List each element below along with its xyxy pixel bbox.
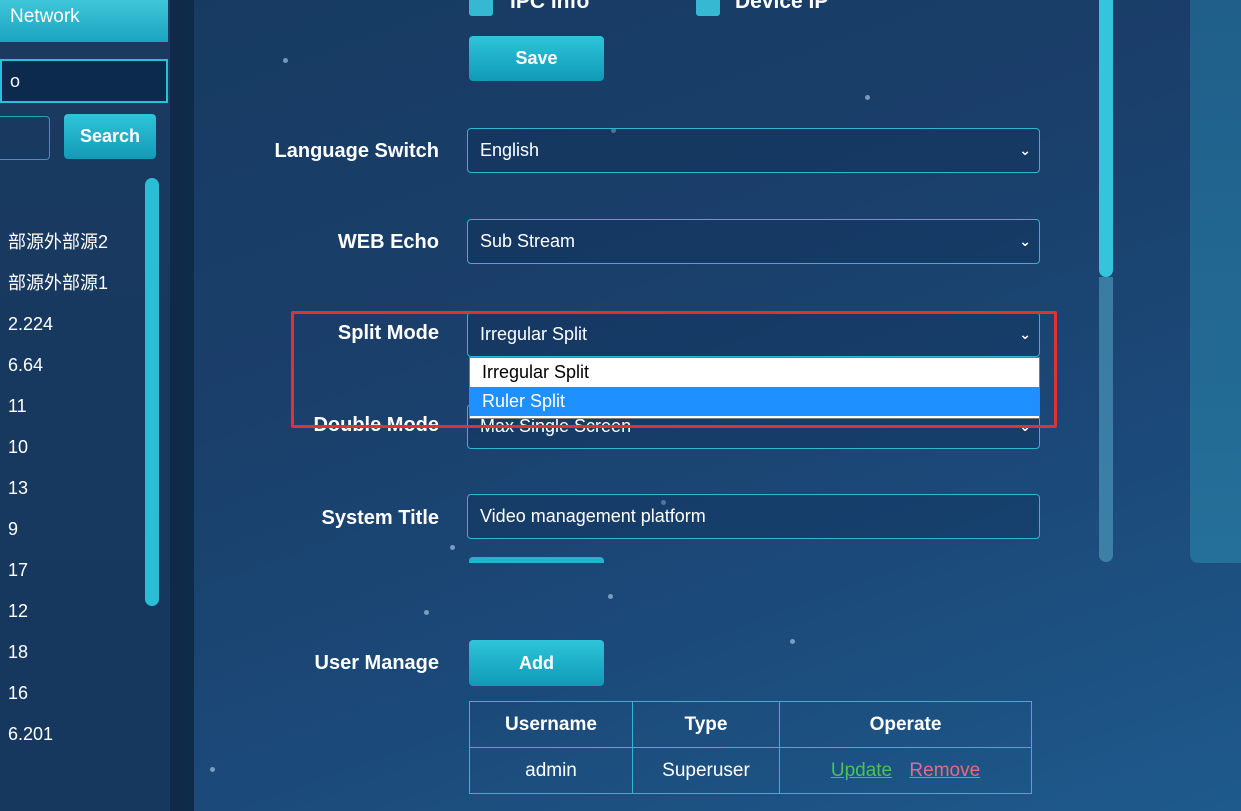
hidden-save-button[interactable] (469, 557, 604, 563)
annotation-highlight-box (291, 311, 1057, 428)
search-button[interactable]: Search (64, 114, 156, 159)
list-item[interactable]: 部源外部源1 (0, 265, 145, 306)
list-item[interactable]: 12 (0, 593, 145, 634)
star-decoration (608, 594, 613, 599)
remove-link[interactable]: Remove (909, 760, 980, 781)
device-list: 部源外部源2 部源外部源1 2.224 6.64 11 10 13 9 17 1… (0, 224, 145, 757)
web-echo-value: Sub Stream (480, 231, 576, 251)
list-item[interactable]: 17 (0, 552, 145, 593)
list-item[interactable]: 2.224 (0, 306, 145, 347)
language-switch-label: Language Switch (274, 140, 439, 162)
star-decoration (210, 767, 215, 772)
column-header: Type (632, 701, 780, 748)
user-manage-label: User Manage (314, 652, 440, 674)
column-header: Username (469, 701, 633, 748)
save-button[interactable]: Save (469, 36, 604, 81)
star-decoration (450, 545, 455, 550)
system-title-input[interactable]: Video management platform (467, 494, 1040, 539)
star-decoration (865, 95, 870, 100)
sidebar-search-input[interactable]: o (0, 59, 168, 103)
list-item[interactable]: 部源外部源2 (0, 224, 145, 265)
list-item[interactable]: 16 (0, 675, 145, 716)
chevron-down-icon: ⌄ (1019, 142, 1031, 158)
chevron-down-icon: ⌄ (1019, 233, 1031, 249)
ipc-info-label: IPC info (510, 0, 590, 13)
table-row: admin Superuser Update Remove (469, 747, 1032, 794)
user-table: Username Type Operate admin Superuser Up… (469, 701, 1032, 794)
main-scrollbar-track[interactable] (1099, 277, 1113, 562)
operate-cell: Update Remove (779, 747, 1032, 794)
sidebar: Network o Search 部源外部源2 部源外部源1 2.224 6.6… (0, 0, 170, 811)
list-item[interactable]: 18 (0, 634, 145, 675)
checkbox-checked-icon[interactable] (696, 0, 720, 16)
list-item[interactable]: 6.201 (0, 716, 145, 757)
checkbox-checked-icon[interactable] (469, 0, 493, 16)
system-title-label: System Title (321, 507, 439, 529)
star-decoration (790, 639, 795, 644)
list-item[interactable]: 11 (0, 388, 145, 429)
main-scrollbar-thumb[interactable] (1099, 0, 1113, 277)
sidebar-tab-network[interactable]: Network (0, 0, 168, 42)
sidebar-divider (170, 0, 184, 811)
web-echo-label: WEB Echo (337, 231, 439, 253)
language-value: English (480, 140, 540, 160)
list-item[interactable]: 13 (0, 470, 145, 511)
web-echo-select[interactable]: Sub Stream ⌄ (467, 219, 1040, 264)
update-link[interactable]: Update (831, 760, 892, 781)
sidebar-scrollbar[interactable] (145, 178, 159, 606)
device-ip-label: Device IP (735, 0, 829, 13)
list-item[interactable]: 10 (0, 429, 145, 470)
username-cell: admin (469, 747, 633, 794)
add-user-button[interactable]: Add (469, 640, 604, 686)
list-item[interactable]: 9 (0, 511, 145, 552)
type-cell: Superuser (632, 747, 780, 794)
sidebar-filter-field[interactable] (0, 116, 50, 160)
right-panel (1190, 0, 1241, 563)
table-header-row: Username Type Operate (469, 701, 1032, 748)
language-select[interactable]: English ⌄ (467, 128, 1040, 173)
column-header: Operate (779, 701, 1032, 748)
list-item[interactable]: 6.64 (0, 347, 145, 388)
star-decoration (283, 58, 288, 63)
star-decoration (424, 610, 429, 615)
sidebar-divider (184, 0, 194, 811)
